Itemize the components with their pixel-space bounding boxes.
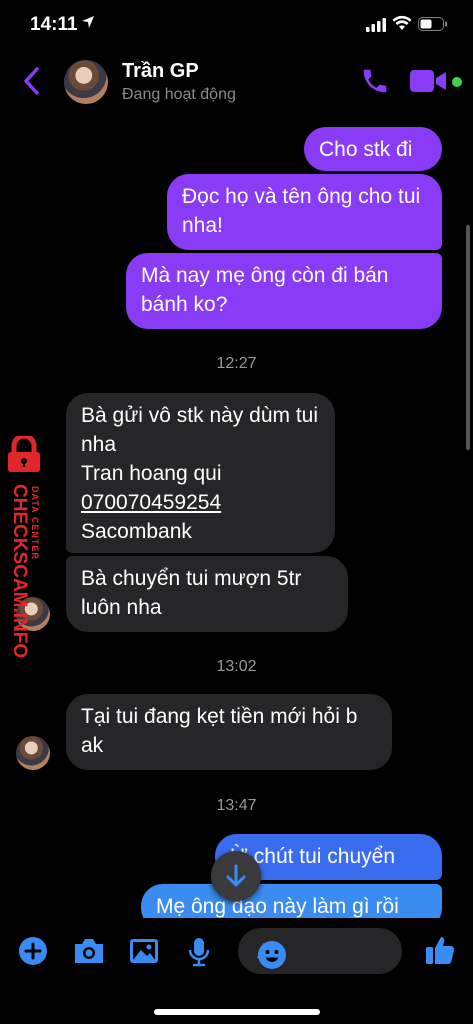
battery-icon (418, 17, 448, 36)
scroll-to-bottom-button[interactable] (211, 851, 261, 901)
back-chevron-icon[interactable] (22, 66, 40, 101)
outgoing-message[interactable]: Cho stk đi (304, 127, 442, 171)
message-text: Cho stk đi (319, 138, 413, 161)
online-status-dot (452, 77, 462, 87)
home-indicator[interactable] (154, 1009, 320, 1015)
wifi-icon (392, 15, 412, 36)
contact-active-status: Đang hoạt động (122, 86, 236, 103)
outgoing-message[interactable]: Đọc họ và tên ông cho tui nha! (167, 174, 442, 250)
timestamp: 13:02 (216, 658, 257, 675)
sender-avatar[interactable] (16, 736, 50, 770)
arrow-down-icon (224, 863, 248, 894)
contact-name[interactable]: Trần GP (122, 60, 199, 83)
message-line: Sacombank (81, 520, 192, 543)
status-time: 14:11 (30, 14, 78, 35)
watermark-text: CHECKSCAM.INFO (9, 484, 30, 659)
incoming-message[interactable]: Bà chuyển tui mượn 5tr luôn nha (66, 556, 348, 632)
timestamp: 12:27 (216, 355, 257, 372)
account-number-link[interactable]: 070070459254 (81, 488, 320, 517)
plus-icon[interactable] (18, 936, 48, 971)
camera-icon[interactable] (72, 936, 106, 971)
incoming-message[interactable]: Tại tui đang kẹt tiền mới hỏi b ak (66, 694, 392, 770)
message-text: Mẹ ông dạo này làm gì rồi (156, 895, 399, 918)
message-input[interactable]: Aa (238, 928, 402, 974)
message-line: Bà gửi vô stk này dùm tui nha (81, 404, 318, 456)
contact-avatar[interactable] (64, 60, 108, 104)
lock-icon (4, 433, 50, 479)
timestamp: 13:47 (216, 797, 257, 814)
message-text: Bà chuyển tui mượn 5tr luôn nha (81, 567, 302, 619)
thumbs-up-icon[interactable] (424, 934, 456, 971)
conversation-header: Trần GP Đang hoạt động (0, 52, 473, 112)
status-bar: 14:11 (0, 0, 473, 50)
message-text: Đọc họ và tên ông cho tui nha! (182, 185, 421, 237)
message-composer: Aa (0, 918, 473, 1024)
watermark-subtext: DATA CENTER (30, 486, 40, 560)
cellular-signal-icon (366, 18, 386, 37)
microphone-icon[interactable] (186, 936, 212, 973)
message-line: Tran hoang qui (81, 462, 222, 485)
emoji-icon[interactable] (257, 940, 287, 976)
message-text: Mà nay mẹ ông còn đi bán bánh ko? (141, 264, 389, 316)
photo-gallery-icon[interactable] (128, 936, 160, 971)
incoming-message[interactable]: Bà gửi vô stk này dùm tui nha Tran hoang… (66, 393, 335, 553)
location-arrow-icon (80, 14, 96, 35)
outgoing-message[interactable]: Mà nay mẹ ông còn đi bán bánh ko? (126, 253, 442, 329)
message-text: Tại tui đang kẹt tiền mới hỏi b ak (81, 705, 358, 757)
scrollbar[interactable] (466, 225, 470, 450)
checkscam-watermark: CHECKSCAM.INFO DATA CENTER (0, 433, 56, 666)
phone-call-icon[interactable] (360, 66, 390, 101)
video-call-icon[interactable] (410, 68, 448, 99)
